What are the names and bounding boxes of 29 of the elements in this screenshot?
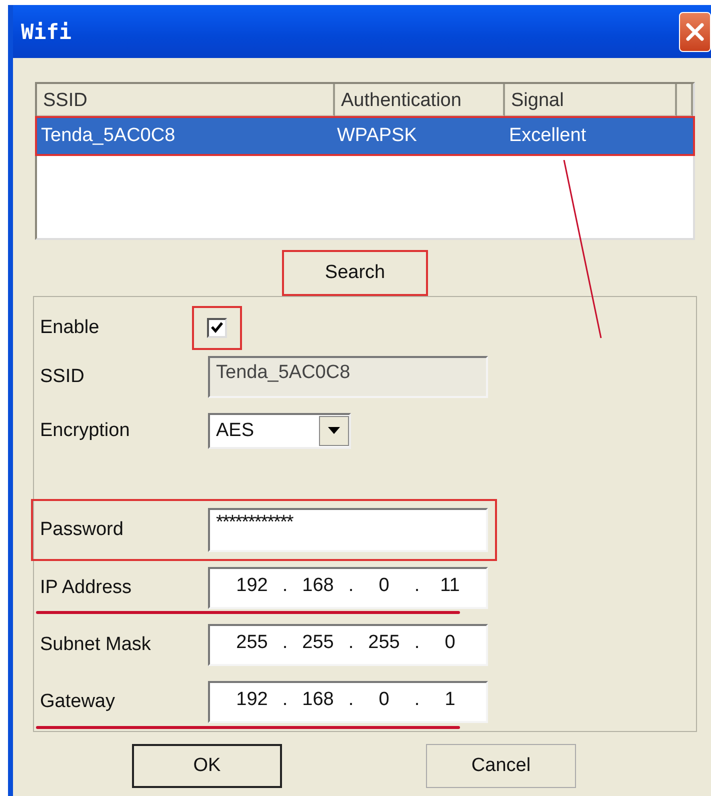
network-row[interactable]: Tenda_5AC0C8 WPAPSK Excellent [37,118,693,154]
cancel-button[interactable]: Cancel [426,744,576,788]
check-icon [210,320,224,335]
column-header[interactable]: Signal [505,84,677,117]
ok-button[interactable]: OK [132,744,282,788]
close-icon [685,22,705,42]
enable-checkbox[interactable] [207,318,227,338]
caret-icon [328,427,340,434]
search-button[interactable]: Search [282,250,428,296]
close-button[interactable] [679,12,711,52]
table-cell-text: Excellent [508,125,588,147]
encryption-dropdown[interactable]: AES [208,412,351,449]
ip-address-field[interactable]: 192 . 168 . 0 . 1 [208,681,488,724]
field-label: Encryption [40,420,131,442]
field-label: Gateway [40,691,116,714]
field-label: IP Address [40,576,133,598]
field-label: SSID [40,366,86,388]
table-cell-text: WPAPSK [336,125,418,147]
ip-address-field[interactable]: 192 . 168 . 0 . 11 [208,566,488,608]
password-field[interactable]: ************ [208,508,488,552]
field-label: Password [40,519,124,542]
ip-address-field[interactable]: 255 . 255 . 255 . 0 [208,624,488,666]
field-label: Enable [40,316,100,339]
table-cell-text: Tenda_5AC0C8 [40,125,176,147]
column-header[interactable]: Authentication [335,84,505,117]
field-label: Subnet Mask [40,634,152,656]
window-title: Wifi [21,20,72,44]
column-header[interactable]: SSID [37,84,335,117]
column-header [677,84,693,117]
